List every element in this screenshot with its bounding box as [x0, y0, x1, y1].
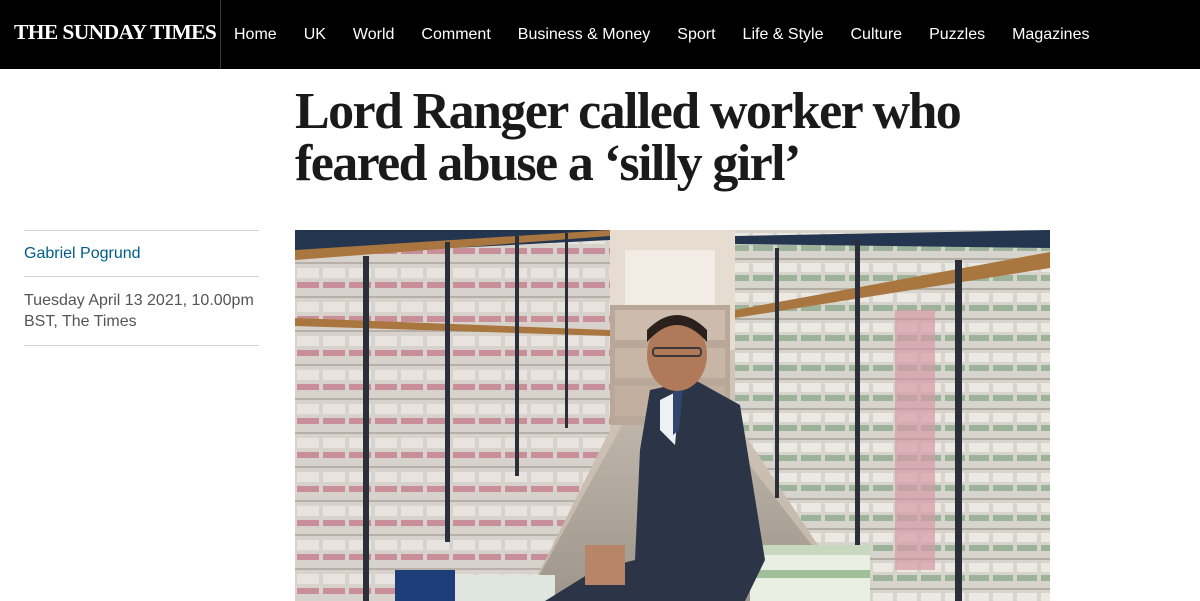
nav-comment[interactable]: Comment [421, 26, 490, 44]
article-dateline: Tuesday April 13 2021, 10.00pm BST, The … [24, 292, 254, 330]
nav-home[interactable]: Home [234, 26, 277, 44]
warehouse-photo-illustration [295, 230, 1050, 601]
nav-sport[interactable]: Sport [677, 26, 715, 44]
nav-culture[interactable]: Culture [850, 26, 902, 44]
author-link[interactable]: Gabriel Pogrund [24, 231, 259, 276]
byline: Gabriel Pogrund Tuesday April 13 2021, 1… [24, 230, 259, 346]
nav-life-style[interactable]: Life & Style [743, 26, 824, 44]
site-logo[interactable]: THE SUNDAY TIMES [14, 20, 217, 45]
main-nav: Home UK World Comment Business & Money S… [234, 0, 1116, 69]
article-headline: Lord Ranger called worker who feared abu… [295, 83, 962, 192]
nav-magazines[interactable]: Magazines [1012, 26, 1089, 44]
site-header: THE SUNDAY TIMES Home UK World Comment B… [0, 0, 1200, 69]
nav-world[interactable]: World [353, 26, 395, 44]
nav-puzzles[interactable]: Puzzles [929, 26, 985, 44]
nav-uk[interactable]: UK [304, 26, 326, 44]
divider [24, 345, 259, 346]
article-photo [295, 230, 1050, 601]
nav-business-money[interactable]: Business & Money [518, 26, 651, 44]
logo-divider [220, 0, 221, 69]
